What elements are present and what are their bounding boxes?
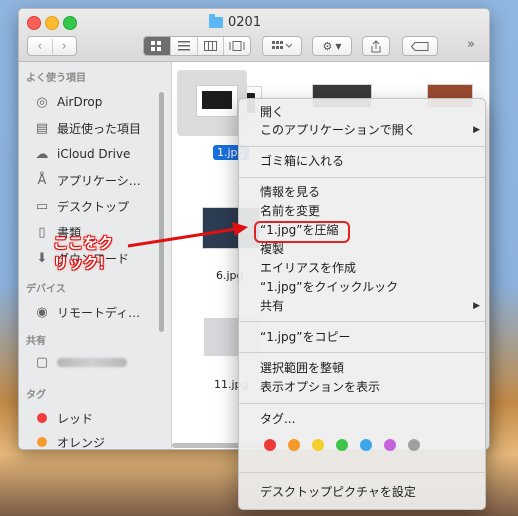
- applications-icon: Å: [37, 172, 47, 188]
- menu-separator: [239, 352, 485, 353]
- arrange-button[interactable]: [262, 36, 302, 56]
- gallery-view-button[interactable]: [223, 37, 250, 55]
- menu-item-set-desktop-picture[interactable]: デスクトップピクチャを設定: [260, 483, 416, 501]
- sidebar-item-label: AirDrop: [57, 95, 103, 109]
- list-icon: [177, 41, 190, 51]
- menu-item-share[interactable]: 共有 ▶: [260, 297, 480, 315]
- sidebar-item-desktop[interactable]: ▭ デスクトップ: [33, 196, 129, 216]
- tag-icon: [411, 41, 429, 51]
- list-view-button[interactable]: [169, 37, 197, 55]
- menu-item-clean-up-selection[interactable]: 選択範囲を整頓: [260, 359, 344, 377]
- menu-item-label: 共有: [260, 299, 285, 313]
- tag-color-dot: [37, 413, 47, 423]
- menu-item-open[interactable]: 開く: [260, 103, 284, 121]
- tag-color-dot: [37, 437, 47, 447]
- sidebar-item-label: デスクトップ: [57, 199, 130, 214]
- sidebar-item-label: レッド: [57, 411, 94, 426]
- gear-icon: ⚙: [322, 39, 333, 53]
- sidebar-scrollbar[interactable]: [159, 92, 164, 332]
- disc-icon: ◉: [36, 304, 48, 320]
- share-button[interactable]: [362, 36, 390, 56]
- submenu-arrow-icon: ▶: [473, 301, 480, 311]
- menu-item-get-info[interactable]: 情報を見る: [260, 183, 320, 201]
- tag-color-red[interactable]: [264, 439, 276, 451]
- menu-separator: [239, 403, 485, 404]
- downloads-icon: ⬇: [36, 250, 48, 266]
- context-menu: 開く このアプリケーションで開く ▶ ゴミ箱に入れる 情報を見る 名前を変更 “…: [238, 98, 486, 510]
- zoom-button[interactable]: [63, 16, 77, 30]
- tag-button[interactable]: [402, 36, 438, 56]
- toolbar-overflow-button[interactable]: »: [467, 37, 475, 52]
- tag-color-blue[interactable]: [360, 439, 372, 451]
- documents-icon: ▯: [38, 224, 46, 240]
- menu-item-make-alias[interactable]: エイリアスを作成: [260, 259, 356, 277]
- menu-separator: [239, 321, 485, 322]
- action-button[interactable]: ⚙ ▼: [312, 36, 352, 56]
- cloud-icon: ☁: [35, 146, 49, 162]
- annotation-text: ここをクリック！: [53, 234, 114, 272]
- computer-icon: ▢: [35, 354, 49, 370]
- menu-item-label: このアプリケーションで開く: [260, 123, 416, 137]
- airdrop-icon: ◎: [36, 94, 48, 110]
- menu-item-open-with[interactable]: このアプリケーションで開く ▶: [260, 121, 480, 139]
- sidebar-item-shared-computer[interactable]: ▢: [33, 352, 127, 372]
- devices-header: デバイス: [26, 284, 66, 295]
- window-title-text: 0201: [228, 14, 262, 30]
- menu-separator: [239, 472, 485, 473]
- menu-item-move-to-trash[interactable]: ゴミ箱に入れる: [260, 152, 344, 170]
- chevron-down-icon: ▼: [335, 41, 342, 51]
- tag-color-yellow[interactable]: [312, 439, 324, 451]
- sidebar-item-tag-orange[interactable]: オレンジ: [33, 432, 106, 450]
- sidebar-item-label: リモートディ…: [57, 305, 141, 320]
- submenu-arrow-icon: ▶: [473, 125, 480, 135]
- sidebar-item-label: iCloud Drive: [57, 147, 131, 161]
- columns-icon: [203, 41, 217, 51]
- menu-item-copy[interactable]: “1.jpg”をコピー: [260, 328, 350, 346]
- sidebar-item-label: 最近使った項目: [57, 121, 142, 136]
- desktop-icon: ▭: [35, 198, 49, 214]
- tag-color-purple[interactable]: [384, 439, 396, 451]
- recents-icon: ▤: [35, 120, 49, 136]
- tag-color-gray[interactable]: [408, 439, 420, 451]
- forward-button[interactable]: ›: [51, 38, 77, 54]
- menu-separator: [239, 177, 485, 178]
- sidebar-item-label: オレンジ: [57, 435, 106, 450]
- menu-separator: [239, 146, 485, 147]
- blurred-shared-name: [57, 357, 127, 367]
- window-title: 0201: [209, 13, 262, 30]
- folder-icon: [209, 13, 223, 28]
- sidebar-item-recents[interactable]: ▤ 最近使った項目: [33, 118, 141, 138]
- share-icon: [371, 39, 381, 52]
- icon-view-button[interactable]: [144, 37, 170, 55]
- back-button[interactable]: ‹: [28, 39, 52, 54]
- cover-flow-icon: [229, 41, 245, 51]
- column-view-button[interactable]: [196, 37, 224, 55]
- arrange-grid-icon: [272, 41, 292, 49]
- annotation-highlight-box: [254, 221, 350, 243]
- minimize-button[interactable]: [45, 16, 59, 30]
- menu-item-rename[interactable]: 名前を変更: [260, 202, 320, 220]
- selected-file-thumbnail[interactable]: [196, 85, 238, 117]
- sidebar-item-applications[interactable]: Å アプリケーシ…: [33, 170, 141, 190]
- view-mode-group: [143, 36, 251, 56]
- tags-header: タグ: [26, 390, 46, 401]
- menu-item-show-view-options[interactable]: 表示オプションを表示: [260, 378, 380, 396]
- title-bar: 0201 ‹ › ⚙ ▼ »: [19, 9, 489, 62]
- shared-header: 共有: [26, 336, 46, 347]
- tag-color-orange[interactable]: [288, 439, 300, 451]
- menu-item-quick-look[interactable]: “1.jpg”をクイックルック: [260, 278, 398, 296]
- navigation-buttons: ‹ ›: [27, 36, 77, 56]
- sidebar-item-tag-red[interactable]: レッド: [33, 408, 93, 428]
- sidebar-item-airdrop[interactable]: ◎ AirDrop: [33, 92, 102, 112]
- favorites-header: よく使う項目: [26, 73, 86, 84]
- tag-color-green[interactable]: [336, 439, 348, 451]
- sidebar-item-label: アプリケーシ…: [57, 173, 141, 188]
- sidebar-item-remote-disc[interactable]: ◉ リモートディ…: [33, 302, 140, 322]
- grid-icon: [151, 40, 162, 51]
- sidebar-item-icloud[interactable]: ☁ iCloud Drive: [33, 144, 131, 164]
- close-button[interactable]: [27, 16, 41, 30]
- menu-item-tags[interactable]: タグ...: [260, 410, 295, 428]
